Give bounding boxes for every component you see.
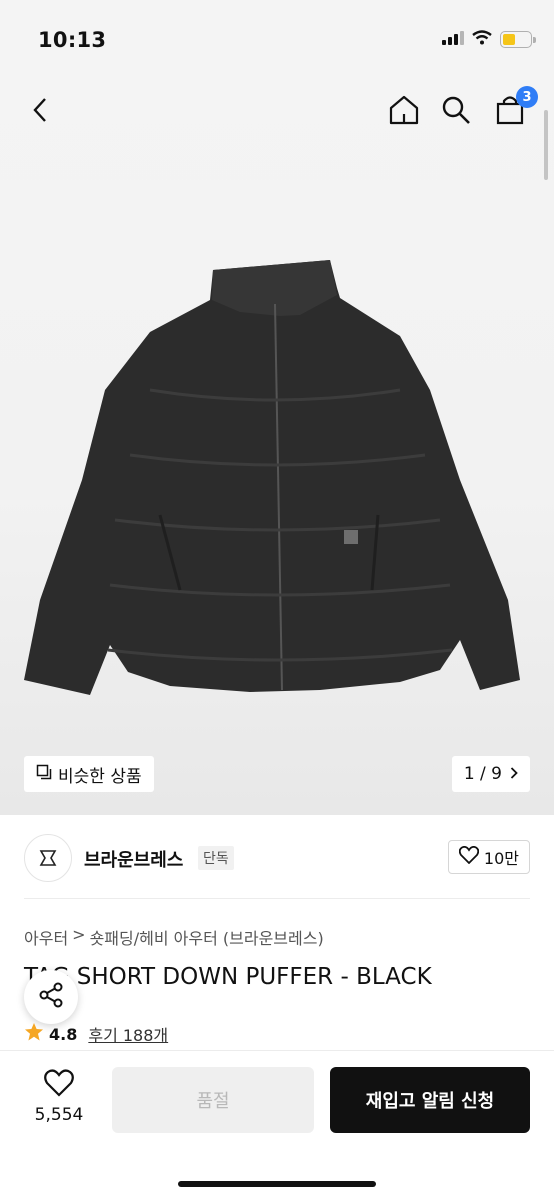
status-bar: 10:13	[0, 0, 554, 80]
image-page-indicator[interactable]: 1 / 9	[451, 756, 530, 792]
share-button[interactable]	[24, 970, 78, 1024]
divider	[24, 898, 530, 899]
cart-button[interactable]: 3	[490, 86, 538, 132]
home-indicator	[178, 1181, 376, 1187]
reviews-link[interactable]: 후기 188개	[88, 1022, 168, 1046]
wishlist-count: 5,554	[34, 1105, 84, 1125]
share-icon	[37, 981, 65, 1013]
brand-name[interactable]: 브라운브레스	[84, 846, 183, 872]
similar-products-button[interactable]: 비슷한 상품	[24, 756, 154, 792]
chevron-left-icon	[33, 97, 47, 127]
star-icon	[24, 1022, 44, 1046]
status-time: 10:13	[38, 28, 107, 52]
heart-icon	[458, 846, 480, 868]
rating-row: 4.8 후기 188개	[24, 1022, 168, 1046]
heart-icon	[44, 1069, 74, 1101]
back-button[interactable]	[20, 92, 60, 132]
scroll-indicator[interactable]	[544, 110, 548, 180]
brand-row: 브라운브레스 단독 10만	[0, 826, 554, 888]
search-button[interactable]	[436, 92, 476, 132]
search-icon	[441, 95, 471, 129]
brand-like-count: 10만	[483, 849, 519, 868]
chevron-right-icon	[510, 764, 518, 784]
brand-like-button[interactable]: 10만	[447, 840, 530, 874]
breadcrumb-root[interactable]: 아우터	[24, 925, 68, 949]
breadcrumb-separator: >	[72, 925, 86, 944]
home-icon	[388, 94, 420, 130]
exclusive-badge: 단독	[198, 846, 234, 870]
home-button[interactable]	[384, 92, 424, 132]
product-title: TAG SHORT DOWN PUFFER - BLACK	[24, 964, 432, 990]
restock-alert-button[interactable]: 재입고 알림 신청	[330, 1067, 530, 1133]
status-icons	[442, 30, 536, 49]
image-page-text: 1 / 9	[463, 764, 502, 784]
top-navigation: 3	[0, 80, 554, 144]
similar-products-label: 비슷한 상품	[58, 766, 142, 787]
cellular-signal-icon	[442, 30, 464, 49]
rating-value: 4.8	[49, 1024, 78, 1044]
bottom-action-bar: 5,554 품절 재입고 알림 신청	[0, 1050, 554, 1200]
product-image-jacket	[24, 260, 520, 695]
cart-count-badge: 3	[516, 86, 538, 108]
wifi-icon	[472, 30, 492, 49]
brand-logo[interactable]	[24, 834, 72, 882]
similar-products-icon	[36, 764, 52, 785]
breadcrumb-category[interactable]: 숏패딩/헤비 아우터 (브라운브레스)	[90, 925, 324, 949]
battery-icon	[500, 31, 536, 48]
breadcrumb: 아우터 > 숏패딩/헤비 아우터 (브라운브레스)	[24, 925, 324, 949]
soldout-button[interactable]: 품절	[112, 1067, 314, 1133]
wishlist-button[interactable]: 5,554	[24, 1069, 94, 1125]
